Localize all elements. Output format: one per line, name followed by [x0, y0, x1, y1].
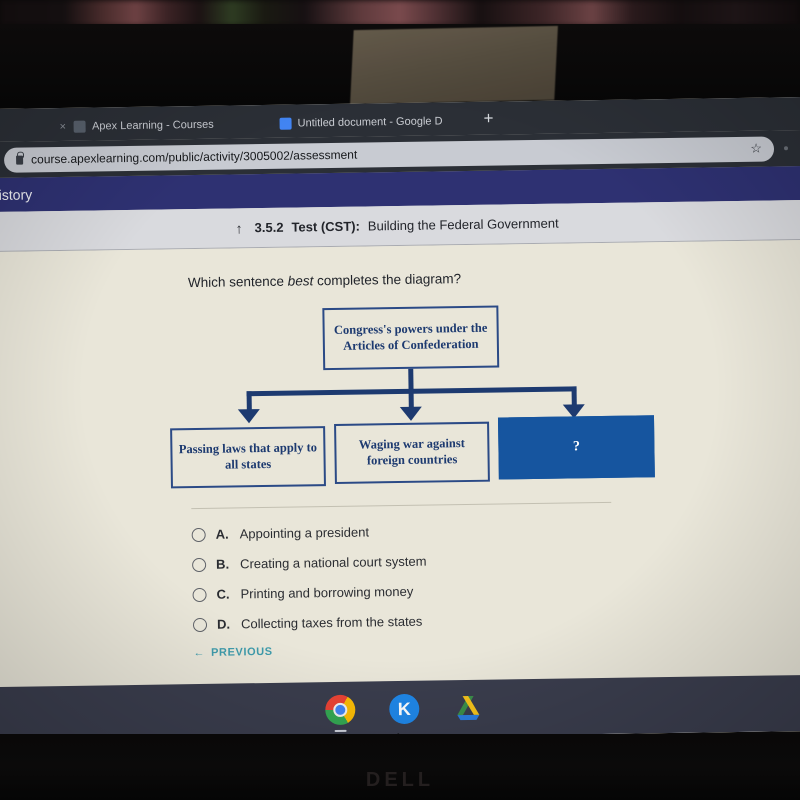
- tab-title: Untitled document - Google D: [297, 115, 443, 130]
- option-letter: D.: [216, 616, 231, 632]
- url-text: course.apexlearning.com/public/activity/…: [30, 147, 358, 167]
- google-docs-favicon: [279, 117, 292, 130]
- address-bar[interactable]: course.apexlearning.com/public/activity/…: [3, 135, 775, 173]
- laptop-photo: × Apex Learning - Courses Untitled docum…: [0, 0, 800, 800]
- browser-tab-google-docs[interactable]: Untitled document - Google D: [271, 107, 450, 138]
- background-room: [0, 0, 800, 26]
- lock-icon: [16, 155, 24, 165]
- option-letter: C.: [216, 586, 230, 602]
- lesson-number: 3.5.2: [254, 219, 284, 236]
- diagram-arrow-middle-icon: [399, 406, 423, 421]
- previous-label: PREVIOUS: [210, 645, 273, 659]
- webcam-tape: [350, 25, 558, 105]
- up-arrow-icon[interactable]: ↑: [235, 220, 242, 236]
- option-text: Creating a national court system: [240, 553, 427, 572]
- lesson-title: Building the Federal Government: [367, 215, 559, 234]
- diagram-child-box-unknown: ?: [497, 415, 655, 480]
- option-text: Collecting taxes from the states: [240, 613, 423, 632]
- answer-option-d[interactable]: D. Collecting taxes from the states: [192, 608, 800, 632]
- bookmark-star-icon[interactable]: ☆: [750, 141, 762, 157]
- diagram-arrow-left-icon: [237, 409, 261, 424]
- laptop-screen: × Apex Learning - Courses Untitled docum…: [0, 97, 800, 743]
- assessment-content: Which sentence best completes the diagra…: [0, 239, 800, 743]
- radio-button-b[interactable]: [192, 557, 207, 572]
- google-drive-icon[interactable]: [453, 693, 483, 723]
- radio-button-a[interactable]: [191, 527, 206, 542]
- question-prompt: Which sentence best completes the diagra…: [188, 266, 800, 290]
- radio-button-c[interactable]: [192, 587, 207, 602]
- answer-options-list: A. Appointing a president B. Creating a …: [191, 518, 800, 632]
- kami-icon[interactable]: K: [389, 693, 420, 725]
- left-arrow-icon: ←: [193, 646, 206, 660]
- browser-tab-apex-learning[interactable]: × Apex Learning - Courses: [51, 111, 222, 142]
- question-prefix: Which sentence: [187, 273, 288, 291]
- diagram-child-box-1: Passing laws that apply to all states: [170, 426, 326, 489]
- course-name-label: History: [0, 186, 33, 204]
- tab-title: Apex Learning - Courses: [91, 118, 214, 133]
- option-text: Printing and borrowing money: [240, 583, 414, 602]
- option-letter: A.: [215, 526, 229, 542]
- answer-option-a[interactable]: A. Appointing a president: [191, 518, 800, 542]
- laptop-bottom-bezel: DELL: [0, 734, 800, 800]
- radio-button-d[interactable]: [192, 617, 208, 632]
- answer-option-c[interactable]: C. Printing and borrowing money: [192, 578, 800, 602]
- answer-option-b[interactable]: B. Creating a national court system: [192, 548, 800, 572]
- diagram: Congress's powers under the Articles of …: [0, 301, 800, 505]
- new-tab-button[interactable]: +: [483, 109, 493, 128]
- dell-brand-logo: DELL: [365, 769, 435, 791]
- question-emphasis: best: [287, 273, 314, 289]
- lesson-type: Test (CST):: [291, 218, 360, 235]
- app-running-indicator: [334, 729, 347, 733]
- browser-menu-icon[interactable]: [783, 146, 789, 151]
- diagram-child-box-2: Waging war against foreign countries: [334, 421, 490, 484]
- previous-button[interactable]: ← PREVIOUS: [193, 638, 800, 659]
- option-text: Appointing a president: [239, 524, 370, 542]
- diagram-connector-stem: [408, 368, 414, 391]
- chrome-icon[interactable]: [325, 694, 356, 733]
- question-suffix: completes the diagram?: [313, 271, 462, 289]
- content-divider: [191, 501, 612, 510]
- apex-favicon: [73, 120, 87, 133]
- option-letter: B.: [216, 556, 230, 572]
- tab-close-icon[interactable]: ×: [60, 121, 67, 133]
- diagram-top-box: Congress's powers under the Articles of …: [322, 305, 500, 371]
